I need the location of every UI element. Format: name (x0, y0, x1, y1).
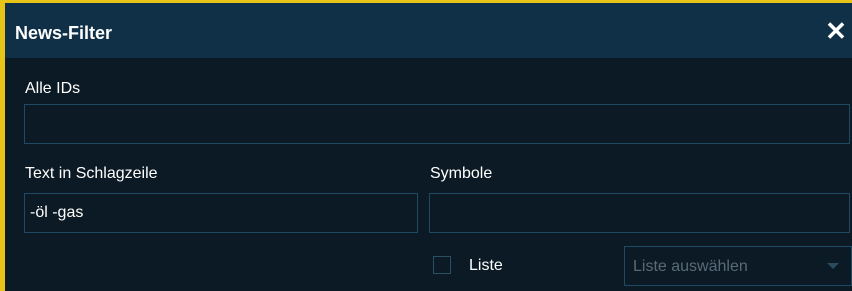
chevron-down-icon (827, 263, 839, 269)
all-ids-input[interactable] (24, 104, 850, 144)
list-select-dropdown[interactable]: Liste auswählen (624, 246, 852, 286)
symbols-input[interactable] (429, 193, 850, 233)
dialog-title: News-Filter (15, 23, 113, 43)
list-select-placeholder: Liste auswählen (633, 258, 748, 275)
dialog-titlebar: News-Filter ✕ (5, 3, 852, 58)
list-checkbox-label: Liste (469, 257, 503, 274)
news-filter-dialog: News-Filter ✕ Alle IDs Text in Schlagzei… (3, 3, 852, 291)
headline-text-label: Text in Schlagzeile (25, 165, 158, 182)
all-ids-label: Alle IDs (25, 80, 81, 97)
list-checkbox[interactable] (433, 256, 451, 274)
headline-text-input[interactable] (24, 193, 418, 233)
symbols-label: Symbole (430, 165, 493, 182)
close-icon[interactable]: ✕ (822, 17, 850, 45)
